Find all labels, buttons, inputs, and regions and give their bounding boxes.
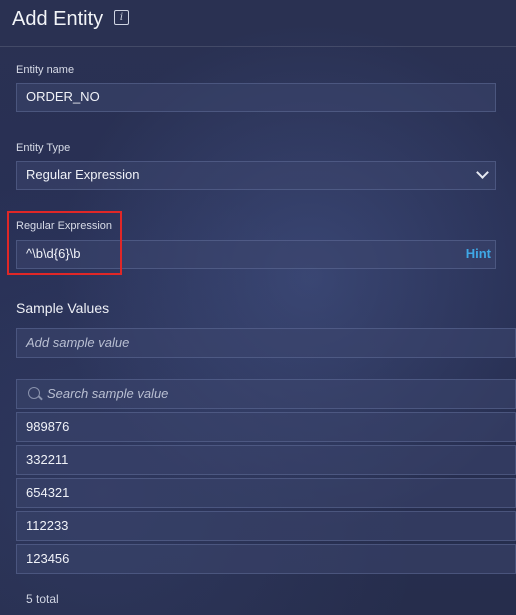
add-sample-value-input[interactable]: Add sample value (16, 328, 516, 358)
entity-name-input[interactable]: ORDER_NO (16, 83, 496, 112)
list-item[interactable]: 123456 (16, 544, 516, 574)
annotation-highlight-box (7, 211, 122, 275)
list-item[interactable]: 989876 (16, 412, 516, 442)
info-icon[interactable]: i (114, 10, 129, 25)
search-icon (28, 387, 40, 399)
sample-values-title: Sample Values (16, 300, 110, 316)
page-title: Add Entity (12, 8, 104, 30)
total-count: 5 total (26, 592, 59, 606)
entity-type-select[interactable]: Regular Expression (16, 161, 496, 190)
search-sample-value-input[interactable]: Search sample value (16, 379, 516, 409)
search-sample-value-placeholder: Search sample value (47, 386, 169, 401)
add-sample-value-placeholder: Add sample value (26, 335, 130, 350)
entity-type-selected: Regular Expression (26, 167, 140, 182)
list-item[interactable]: 332211 (16, 445, 516, 475)
entity-type-label: Entity Type (16, 142, 71, 154)
list-item[interactable]: 112233 (16, 511, 516, 541)
chevron-down-icon (476, 166, 489, 179)
list-item[interactable]: 654321 (16, 478, 516, 508)
dialog-header: Add Entity i (0, 0, 516, 47)
hint-link[interactable]: Hint (466, 241, 491, 267)
entity-name-label: Entity name (16, 64, 75, 76)
